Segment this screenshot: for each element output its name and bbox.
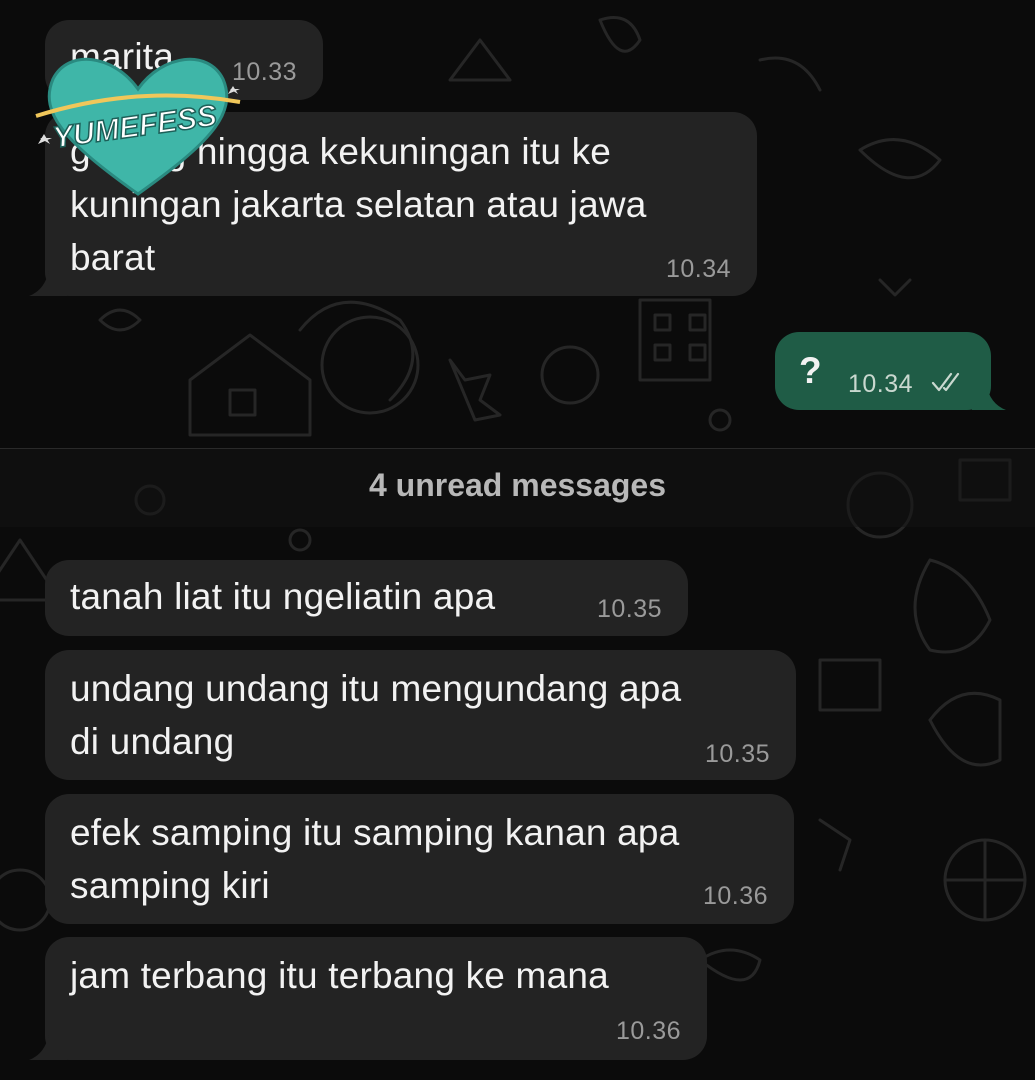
- bubble-tail-outgoing: [972, 384, 1006, 410]
- message-bubble-incoming[interactable]: efek samping itu samping kanan apa sampi…: [45, 794, 794, 924]
- chat-window[interactable]: YUMEFESS marita 10.33 goreng hingga keku…: [0, 0, 1035, 1080]
- message-bubble-incoming[interactable]: undang undang itu mengundang apa di unda…: [45, 650, 796, 780]
- bubble-tail-incoming: [29, 1034, 67, 1060]
- message-bubble-incoming[interactable]: jam terbang itu terbang ke mana 10.36: [45, 937, 707, 1060]
- message-timestamp: 10.34: [848, 370, 914, 398]
- message-text-line: samping kiri: [70, 865, 270, 906]
- message-bubble-outgoing[interactable]: ? 10.34: [775, 332, 991, 410]
- watermark-logo: YUMEFESS: [35, 57, 241, 196]
- message-timestamp: 10.35: [596, 595, 662, 623]
- read-double-check-icon: [931, 371, 965, 398]
- unread-messages-divider: 4 unread messages: [0, 448, 1035, 527]
- message-text-line: efek samping itu samping kanan apa: [70, 812, 680, 853]
- message-timestamp: 10.36: [615, 1017, 681, 1045]
- unread-messages-label: 4 unread messages: [368, 467, 667, 503]
- bubble-tail-incoming: [29, 270, 67, 296]
- message-text-line: di undang: [70, 721, 235, 762]
- message-text: jam terbang itu terbang ke mana: [70, 955, 609, 996]
- message-text-line: barat: [70, 237, 156, 278]
- message-bubble-incoming[interactable]: tanah liat itu ngeliatin apa 10.35: [45, 560, 688, 636]
- message-timestamp: 10.34: [665, 255, 731, 283]
- message-text: tanah liat itu ngeliatin apa: [70, 576, 496, 617]
- message-text-line: undang undang itu mengundang apa: [70, 668, 682, 709]
- message-timestamp: 10.36: [702, 882, 768, 910]
- message-timestamp: 10.35: [704, 740, 770, 768]
- message-text: ?: [799, 350, 822, 391]
